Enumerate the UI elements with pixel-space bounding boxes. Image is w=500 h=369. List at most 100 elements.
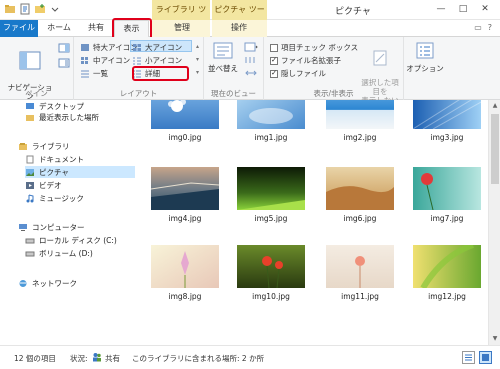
nav-item-recent[interactable]: 最近表示した場所 — [25, 111, 99, 123]
file-extensions-checkbox[interactable]: ✓ — [270, 56, 278, 65]
tab-operate[interactable]: 操作 — [222, 20, 256, 37]
maximize-icon[interactable]: □ — [452, 0, 474, 18]
layout-medium-icons[interactable]: 中アイコン — [80, 55, 130, 66]
details-pane-icon[interactable] — [58, 58, 70, 68]
image-thumbnail-icon — [413, 100, 481, 129]
item-checkboxes-toggle[interactable]: 項目チェック ボックス — [270, 42, 358, 53]
options-button[interactable]: オプション — [406, 40, 444, 73]
nav-item-label: ネットワーク — [32, 278, 77, 288]
nav-item-label: ドキュメント — [39, 154, 84, 164]
size-columns-icon[interactable] — [244, 68, 258, 78]
hidden-files-checkbox[interactable]: ✓ — [270, 69, 278, 78]
layout-extra-large-icons[interactable]: 特大アイコン — [80, 42, 138, 53]
group-label-pane: ペイン — [25, 89, 48, 98]
layout-scroll-arrows[interactable]: ▴ ▾ ▾ — [194, 40, 201, 80]
navigation-pane-icon — [19, 51, 41, 70]
sort-icon — [213, 42, 233, 59]
documents-icon — [26, 155, 34, 163]
file-name: img0.jpg — [168, 133, 202, 142]
layout-item-label: 小アイコン — [145, 56, 183, 65]
image-thumbnail-icon — [151, 167, 219, 210]
nav-item-videos[interactable]: ビデオ — [25, 179, 62, 191]
tab-share[interactable]: 共有 — [82, 20, 110, 37]
options-icon — [416, 42, 434, 59]
sort-by-button[interactable]: 並べ替え — [206, 40, 240, 73]
nav-item-local-disk[interactable]: ローカル ディスク (C:) — [25, 234, 117, 246]
file-thumbnail-img10[interactable]: img10.jpg — [237, 245, 305, 301]
image-thumbnail-icon — [326, 245, 394, 288]
image-thumbnail-icon — [413, 245, 481, 288]
item-checkboxes-label: 項目チェック ボックス — [281, 43, 359, 52]
layout-item-label: 特大アイコン — [93, 43, 138, 52]
file-thumbnail-img8[interactable]: img8.jpg — [151, 245, 219, 301]
image-thumbnail-icon — [237, 245, 305, 288]
scroll-up-icon[interactable]: ▲ — [489, 100, 500, 112]
large-icons-view-icon[interactable] — [479, 351, 492, 364]
tab-manage[interactable]: 管理 — [165, 20, 199, 37]
add-columns-icon[interactable] — [244, 55, 258, 65]
dropdown-icon[interactable] — [49, 3, 61, 15]
nav-item-network[interactable]: ネットワーク — [18, 277, 77, 289]
ribbon-collapse-icon[interactable]: ▭ — [474, 23, 482, 32]
image-thumbnail-icon — [326, 167, 394, 210]
layout-item-label: 中アイコン — [93, 56, 131, 65]
nav-item-label: ビデオ — [39, 180, 62, 190]
file-thumbnail-img2[interactable]: img2.jpg — [326, 100, 394, 142]
nav-item-label: ローカル ディスク (C:) — [39, 235, 117, 245]
share-users-icon — [93, 353, 101, 362]
list-icon — [81, 70, 89, 78]
properties-icon[interactable] — [19, 3, 31, 15]
file-thumbnail-img3[interactable]: img3.jpg — [413, 100, 481, 142]
context-label-library-tools: ライブラリ ツール — [152, 0, 210, 34]
image-thumbnail-icon — [151, 100, 219, 129]
nav-item-label: ボリューム (D:) — [39, 248, 93, 258]
file-thumbnail-img12[interactable]: img12.jpg — [413, 245, 481, 301]
file-thumbnail-img1[interactable]: img1.jpg — [237, 100, 305, 142]
file-thumbnail-img6[interactable]: img6.jpg — [326, 167, 394, 223]
libraries-icon — [19, 142, 27, 150]
file-list: img0.jpg img1.jpg img2.jpg img3.jpg img4… — [140, 100, 487, 345]
layout-item-label: 大アイコン — [145, 43, 183, 52]
group-by-icon[interactable] — [244, 42, 258, 52]
scrollbar-thumb[interactable] — [491, 114, 499, 184]
preview-pane-icon[interactable] — [58, 43, 70, 53]
hide-selected-icon — [373, 50, 387, 66]
nav-item-pictures[interactable]: ピクチャ — [25, 166, 135, 178]
extra-large-icons-icon — [81, 44, 89, 51]
hidden-files-toggle[interactable]: ✓ 隠しファイル — [270, 68, 326, 79]
layout-list[interactable]: 一覧 — [80, 68, 108, 79]
item-count: 12 個の項目 — [14, 354, 56, 363]
nav-item-music[interactable]: ミュージック — [25, 192, 84, 204]
recent-places-icon — [26, 114, 34, 121]
file-thumbnail-img11[interactable]: img11.jpg — [326, 245, 394, 301]
file-thumbnail-img4[interactable]: img4.jpg — [151, 167, 219, 223]
nav-item-libraries[interactable]: ライブラリ — [18, 140, 70, 152]
group-current-view: 並べ替え 現在のビュー — [204, 37, 264, 100]
file-name: img7.jpg — [430, 214, 464, 223]
file-thumbnail-img7[interactable]: img7.jpg — [413, 167, 481, 223]
help-icon[interactable]: ? — [488, 23, 492, 32]
tabs-right-controls: ▭ ? — [474, 23, 492, 32]
file-extensions-toggle[interactable]: ✓ ファイル名拡張子 — [270, 55, 341, 66]
file-thumbnail-img5[interactable]: img5.jpg — [237, 167, 305, 223]
nav-item-documents[interactable]: ドキュメント — [25, 153, 84, 165]
context-label-picture-tools: ピクチャ ツール — [212, 0, 267, 34]
videos-icon — [26, 181, 34, 189]
folder-icon[interactable] — [4, 3, 16, 15]
minimize-icon[interactable]: — — [430, 0, 452, 18]
layout-small-icons[interactable]: 小アイコン — [132, 55, 182, 66]
item-checkboxes-checkbox[interactable] — [270, 43, 278, 52]
file-name: img8.jpg — [168, 292, 202, 301]
nav-item-volume-d[interactable]: ボリューム (D:) — [25, 247, 93, 259]
file-name: img3.jpg — [430, 133, 464, 142]
new-folder-icon[interactable] — [34, 3, 46, 15]
close-icon[interactable]: ✕ — [474, 0, 496, 18]
tab-home[interactable]: ホーム — [44, 20, 74, 37]
tab-file[interactable]: ファイル — [0, 20, 38, 37]
scroll-down-icon[interactable]: ▼ — [489, 333, 500, 345]
details-view-icon[interactable] — [462, 351, 475, 364]
vertical-scrollbar[interactable]: ▲ ▼ — [488, 100, 500, 345]
nav-item-computer[interactable]: コンピューター — [18, 221, 85, 233]
layout-large-icons[interactable]: 大アイコン — [132, 42, 182, 53]
file-thumbnail-img0[interactable]: img0.jpg — [151, 100, 219, 142]
